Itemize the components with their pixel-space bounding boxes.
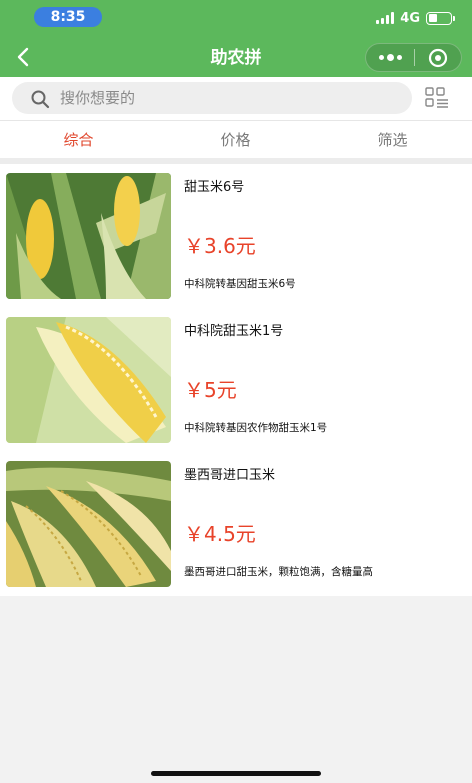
product-price: ￥3.6元 [184,234,256,258]
header-bar: 8:35 4G 助农拼 [0,0,472,77]
sort-tabs: 综合 价格 筛选 [0,120,472,158]
mini-program-capsule [365,43,462,72]
product-item[interactable]: 中科院甜玉米1号 ￥5元 中科院转基因农作物甜玉米1号 [0,308,472,452]
product-list: 甜玉米6号 ￥3.6元 中科院转基因甜玉米6号 中科院甜玉米1号 ￥5元 中科院… [0,164,472,596]
home-indicator [151,771,321,776]
product-image [6,461,171,587]
product-image [6,173,171,299]
tab-price[interactable]: 价格 [157,121,314,158]
product-price: ￥4.5元 [184,522,256,546]
product-price: ￥5元 [184,378,237,402]
tab-filter[interactable]: 筛选 [314,121,471,158]
more-dots-icon [378,55,384,60]
signal-icon [376,12,395,24]
search-box[interactable] [12,82,412,114]
search-icon [31,90,50,109]
product-name: 墨西哥进口玉米 [184,468,276,483]
status-time: 8:35 [34,7,102,27]
more-button[interactable] [366,44,414,71]
target-icon [428,48,448,67]
status-indicators: 4G [376,9,455,27]
product-item[interactable]: 墨西哥进口玉米 ￥4.5元 墨西哥进口甜玉米，颗粒饱满，含糖量高 [0,452,472,596]
product-name: 中科院甜玉米1号 [184,324,284,339]
layout-toggle-icon[interactable] [425,87,449,109]
search-input[interactable] [60,82,390,114]
product-desc: 墨西哥进口甜玉米，颗粒饱满，含糖量高 [184,566,373,578]
product-item[interactable]: 甜玉米6号 ￥3.6元 中科院转基因甜玉米6号 [0,164,472,308]
product-desc: 中科院转基因甜玉米6号 [184,278,296,290]
battery-icon [426,11,455,25]
product-desc: 中科院转基因农作物甜玉米1号 [184,422,328,434]
close-button[interactable] [415,44,461,71]
search-bar [0,77,472,120]
network-type: 4G [400,10,420,26]
tab-comprehensive[interactable]: 综合 [0,121,157,158]
product-image [6,317,171,443]
product-name: 甜玉米6号 [184,180,245,195]
